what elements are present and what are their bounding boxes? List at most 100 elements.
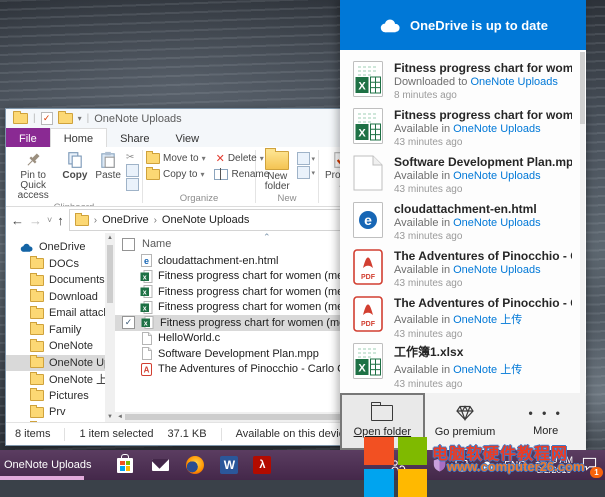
ribbon-group-clipboard: Pin to Quick access Copy Paste ✂ Clipboa… — [6, 147, 142, 206]
tab-share[interactable]: Share — [107, 128, 162, 147]
language-indicator[interactable]: ENG — [504, 460, 526, 471]
move-to-button[interactable]: Move to▾ — [146, 150, 206, 166]
select-all-checkbox[interactable] — [122, 238, 135, 251]
sort-ascending-icon[interactable]: ⌃ — [263, 233, 271, 243]
activity-item[interactable]: e cloudattachment-en.html Available in O… — [340, 202, 586, 249]
paste-button[interactable]: Paste — [92, 150, 124, 182]
nav-item-documents[interactable]: Documents — [6, 272, 105, 289]
activity-location-link[interactable]: OneNote Uploads — [453, 217, 540, 229]
status-separator — [221, 428, 222, 441]
back-button[interactable]: ← — [11, 214, 24, 227]
activity-item[interactable]: X 工作簿1.xlsx Available in OneNote 上传 43 m… — [340, 343, 586, 390]
copy-button[interactable]: Copy — [59, 150, 90, 182]
quick-access-new-folder-icon[interactable] — [58, 113, 73, 124]
svg-text:x: x — [143, 305, 147, 312]
column-header-name[interactable]: Name — [142, 238, 171, 250]
row-checkbox-checked[interactable]: ✓ — [122, 316, 135, 329]
scroll-up-icon[interactable]: ▲ — [107, 235, 113, 241]
clock-date: 3/2/2019 — [535, 465, 573, 476]
nav-item-docs[interactable]: DOCs — [6, 256, 105, 273]
activity-location-link[interactable]: OneNote 上传 — [453, 314, 522, 326]
dropdown-icon: ▾ — [202, 154, 206, 163]
tray-chevron-up-icon[interactable]: ⌃ — [415, 459, 424, 472]
activity-item[interactable]: X Fitness progress chart for women ... D… — [340, 61, 586, 108]
word-icon[interactable]: W — [220, 456, 238, 474]
copy-path-icon[interactable] — [126, 164, 139, 177]
forward-button[interactable]: → — [29, 214, 42, 227]
nav-item-pictures[interactable]: Pictures — [6, 388, 105, 405]
nav-item-onenote[interactable]: OneNote — [6, 338, 105, 355]
activity-item[interactable]: Software Development Plan.mpp Available … — [340, 155, 586, 202]
nav-label: OneNote 上传 — [49, 371, 105, 387]
activity-item[interactable]: PDF The Adventures of Pinocchio - Car...… — [340, 249, 586, 296]
breadcrumb-onenote-uploads[interactable]: OneNote Uploads — [162, 214, 249, 226]
pin-to-quick-access-button[interactable]: Pin to Quick access — [9, 150, 57, 202]
paste-shortcut-icon[interactable] — [126, 178, 139, 191]
breadcrumb-onedrive[interactable]: OneDrive — [102, 214, 148, 226]
nav-item-family[interactable]: Family — [6, 322, 105, 339]
activity-location-link[interactable]: OneNote Uploads — [470, 76, 557, 88]
tab-home[interactable]: Home — [50, 128, 107, 147]
nav-pane-scrollbar[interactable]: ▲ ▼ — [105, 233, 115, 422]
folder-icon — [30, 291, 44, 302]
activity-title: cloudattachment-en.html — [394, 202, 541, 216]
nav-item-email-attachments[interactable]: Email attachments — [6, 305, 105, 322]
nav-item-download[interactable]: Download — [6, 289, 105, 306]
activity-location-link[interactable]: OneNote Uploads — [453, 170, 540, 182]
easy-access-icon[interactable] — [297, 166, 310, 179]
activity-action: Available in — [394, 264, 453, 276]
new-small-buttons: ▾ ▾ — [297, 150, 315, 179]
panel-scrollbar[interactable] — [580, 52, 585, 393]
defender-shield-icon[interactable] — [433, 458, 446, 472]
copy-to-label: Copy to — [163, 169, 197, 180]
activity-location-link[interactable]: OneNote Uploads — [453, 264, 540, 276]
new-item-icon[interactable] — [297, 152, 310, 165]
action-center-button[interactable]: 1 — [582, 457, 597, 474]
new-folder-button[interactable]: New folder — [259, 150, 295, 193]
nav-item-onenote-uploads[interactable]: OneNote Uploads — [6, 355, 105, 372]
cut-icon[interactable]: ✂ — [126, 152, 139, 163]
nav-item-prv[interactable]: Prv — [6, 404, 105, 421]
file-name: Software Development Plan.mpp — [158, 348, 319, 360]
quick-access-properties-icon[interactable]: ✓ — [41, 112, 53, 125]
nav-item-onedrive-root[interactable]: OneDrive — [6, 239, 105, 256]
acrobat-icon[interactable]: λ — [253, 456, 271, 474]
tab-view[interactable]: View — [162, 128, 212, 147]
taskbar-clock[interactable]: 10:19 AM 3/2/2019 — [535, 455, 573, 476]
taskbar: OneNote Uploads W λ ⌃ ENG 10:19 AM 3/2/2… — [0, 450, 605, 480]
onedrive-status-title: OneDrive is up to date — [410, 18, 548, 33]
network-icon[interactable] — [455, 459, 470, 472]
onedrive-tray-icon[interactable] — [479, 460, 495, 471]
scrollbar-thumb[interactable] — [580, 52, 585, 124]
open-folder-button[interactable]: Open folder — [340, 393, 425, 450]
activity-location-link[interactable]: OneNote 上传 — [453, 364, 522, 376]
nav-item-onenote-shangchuan[interactable]: OneNote 上传 — [6, 371, 105, 388]
firefox-icon[interactable] — [185, 455, 205, 475]
quick-access-customize-icon[interactable]: ▾ — [78, 114, 82, 123]
more-label: More — [533, 425, 558, 437]
activity-item[interactable]: PDF The Adventures of Pinocchio - Car...… — [340, 296, 586, 343]
scroll-left-icon[interactable]: ◄ — [117, 414, 123, 420]
copy-to-button[interactable]: Copy to▾ — [146, 166, 204, 182]
status-selected-size: 37.1 KB — [167, 428, 220, 440]
recent-locations-icon[interactable]: ˅ — [47, 214, 52, 227]
excel-file-icon: x — [140, 270, 153, 283]
up-button[interactable]: ↑ — [57, 214, 64, 227]
activity-action: Available in — [394, 123, 453, 135]
microsoft-store-icon[interactable] — [115, 455, 135, 475]
excel-file-icon: X — [353, 343, 383, 379]
activity-location-link[interactable]: OneNote Uploads — [453, 123, 540, 135]
explorer-app-icon — [13, 113, 28, 124]
scrollbar-thumb[interactable] — [107, 245, 113, 303]
more-button[interactable]: • • • More — [505, 393, 586, 450]
go-premium-button[interactable]: Go premium — [425, 393, 506, 450]
folder-icon — [30, 308, 44, 319]
scroll-down-icon[interactable]: ▼ — [107, 414, 113, 420]
tab-file[interactable]: File — [6, 128, 50, 147]
copy-to-icon — [146, 169, 160, 180]
crumb-separator: › — [94, 215, 97, 226]
activity-item[interactable]: X Fitness progress chart for women ... A… — [340, 108, 586, 155]
mail-icon[interactable] — [150, 455, 170, 475]
people-icon[interactable] — [390, 459, 406, 472]
activity-title: 工作簿1.xlsx — [394, 343, 522, 360]
